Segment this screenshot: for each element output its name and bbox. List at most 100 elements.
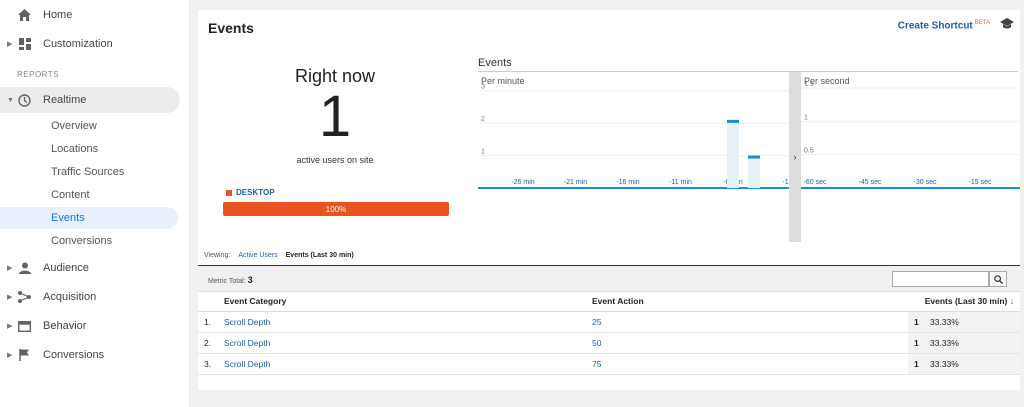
- flag-icon: [18, 349, 31, 362]
- active-users-count: 1: [318, 84, 352, 149]
- chart-toggle-arrow[interactable]: ›: [789, 72, 801, 242]
- event-category-link[interactable]: Scroll Depth: [218, 353, 586, 375]
- event-action-link[interactable]: 75: [586, 353, 908, 375]
- sidebar-item-customization[interactable]: ▶ Customization: [0, 31, 180, 57]
- event-percent: 33.33%: [930, 316, 959, 327]
- create-shortcut-link[interactable]: Create Shortcut BETA: [898, 20, 990, 31]
- metric-total: Metric Total: 3: [208, 275, 253, 285]
- event-percent: 33.33%: [930, 358, 959, 369]
- realtime-item-events[interactable]: Events: [0, 207, 178, 229]
- event-bar: [727, 119, 739, 188]
- behavior-icon: [18, 320, 31, 333]
- realtime-item-label: Overview: [51, 120, 97, 132]
- metric-total-value: 3: [247, 275, 253, 285]
- search-button[interactable]: [989, 271, 1007, 287]
- events-count-header[interactable]: Events (Last 30 min) ↓: [908, 292, 1020, 312]
- caret-right-icon: ▶: [7, 323, 13, 330]
- y-tick-label: 1: [481, 149, 485, 156]
- home-icon: [18, 9, 31, 22]
- metric-total-label: Metric Total:: [208, 278, 246, 285]
- realtime-item-conversions[interactable]: Conversions: [0, 230, 178, 252]
- metric-total-bar: Metric Total: 3: [198, 266, 1020, 292]
- x-tick-label: -16 min: [616, 179, 639, 186]
- tab-active-users[interactable]: Active Users: [238, 252, 277, 259]
- realtime-item-traffic-sources[interactable]: Traffic Sources: [0, 161, 178, 183]
- realtime-item-overview[interactable]: Overview: [0, 115, 178, 137]
- viewing-tabs: Viewing: Active Users Events (Last 30 mi…: [204, 252, 354, 270]
- sidebar-item-realtime[interactable]: ▼ Realtime: [0, 87, 180, 113]
- events-count-header-label: Events (Last 30 min): [924, 296, 1008, 307]
- sidebar-item-conversions[interactable]: ▶ Conversions: [0, 342, 180, 368]
- x-tick-label: -60 sec: [804, 179, 827, 186]
- per-minute-label: Per minute: [481, 76, 525, 86]
- table-search-input[interactable]: [892, 271, 989, 287]
- acquisition-icon: [18, 291, 31, 304]
- clock-icon: [18, 93, 31, 107]
- caret-right-icon: ▶: [7, 294, 13, 301]
- row-index: 2.: [198, 332, 218, 354]
- dashboard-icon: [18, 38, 31, 51]
- sidebar-item-label: Audience: [43, 262, 89, 274]
- device-label: DESKTOP: [236, 188, 275, 197]
- x-tick-label: -21 min: [564, 179, 587, 186]
- caret-right-icon: ▶: [7, 265, 13, 272]
- event-action-header[interactable]: Event Action: [586, 292, 908, 312]
- x-tick-label: -30 sec: [914, 179, 937, 186]
- per-minute-chart: Per minute 1 2 3 -26 min -21 min -16 min -11 m…: [478, 72, 789, 242]
- event-action-link[interactable]: 25: [586, 311, 908, 333]
- index-header: [198, 292, 218, 312]
- event-count: 1: [914, 316, 919, 327]
- x-tick-label: -11 min: [669, 179, 692, 186]
- x-tick-label: -26 min: [511, 179, 534, 186]
- event-category-link[interactable]: Scroll Depth: [218, 332, 586, 354]
- graduation-cap-icon[interactable]: [1000, 17, 1014, 29]
- sidebar: Home ▶ Customization REPORTS ▼ Realtime …: [0, 0, 190, 407]
- per-second-chart-svg: 0.511.5-60 sec -45 sec -30 sec -15 sec: [801, 81, 1020, 189]
- events-count-cell: 1 33.33%: [908, 332, 1020, 354]
- x-tick-label: -15 sec: [969, 179, 992, 186]
- table-row: 2. Scroll Depth 50 1 33.33%: [198, 332, 1020, 354]
- sidebar-item-label: Home: [43, 9, 73, 21]
- person-icon: [18, 262, 31, 275]
- realtime-item-label: Conversions: [51, 235, 113, 247]
- y-tick-label: 0.5: [804, 148, 814, 155]
- sidebar-item-behavior[interactable]: ▶ Behavior: [0, 313, 180, 339]
- per-second-label: Per second: [804, 76, 850, 86]
- y-tick-label: 2: [481, 116, 485, 123]
- row-index: 1.: [198, 311, 218, 333]
- event-category-link[interactable]: Scroll Depth: [218, 311, 586, 333]
- sidebar-item-home[interactable]: Home: [0, 2, 180, 28]
- legend-swatch: [226, 189, 232, 196]
- page-title: Events: [208, 20, 254, 36]
- event-action-link[interactable]: 50: [586, 332, 908, 354]
- per-second-chart: Per second 0.5 1 1.5 -60 sec -45 sec -30 sec -…: [801, 72, 1020, 242]
- realtime-item-content[interactable]: Content: [0, 184, 178, 206]
- realtime-item-locations[interactable]: Locations: [0, 138, 178, 160]
- events-report-card: Events Create Shortcut BETA Right now 1 a…: [198, 10, 1020, 390]
- sidebar-item-audience[interactable]: ▶ Audience: [0, 255, 180, 281]
- events-count-cell: 1 33.33%: [908, 311, 1020, 333]
- beta-badge: BETA: [974, 20, 990, 26]
- sidebar-item-acquisition[interactable]: ▶ Acquisition: [0, 284, 180, 310]
- tab-events[interactable]: Events (Last 30 min): [286, 252, 354, 270]
- y-tick-label: 1: [804, 114, 808, 121]
- sort-arrow-icon: ↓: [1009, 296, 1014, 307]
- sidebar-item-label: Conversions: [43, 349, 105, 361]
- event-bar-cap: [727, 119, 739, 123]
- table-row: 3. Scroll Depth 75 1 33.33%: [198, 353, 1020, 375]
- realtime-item-label: Content: [51, 189, 90, 201]
- realtime-item-label: Events: [51, 212, 85, 224]
- device-legend: DESKTOP: [226, 188, 275, 197]
- event-bar-cap: [748, 155, 760, 159]
- event-category-header[interactable]: Event Category: [218, 292, 586, 312]
- event-count: 1: [914, 358, 919, 369]
- table-row: 1. Scroll Depth 25 1 33.33%: [198, 311, 1020, 333]
- viewing-label: Viewing:: [204, 252, 231, 259]
- x-tick-label: -45 sec: [859, 179, 882, 186]
- events-chart-title: Events: [478, 57, 512, 69]
- realtime-item-label: Traffic Sources: [51, 166, 125, 178]
- per-minute-chart-svg: 123-26 min-21 min-16 min-11 min-6 min-1: [478, 84, 789, 189]
- event-bar: [748, 155, 760, 188]
- device-share-bar: 100%: [223, 202, 449, 216]
- event-count: 1: [914, 337, 919, 348]
